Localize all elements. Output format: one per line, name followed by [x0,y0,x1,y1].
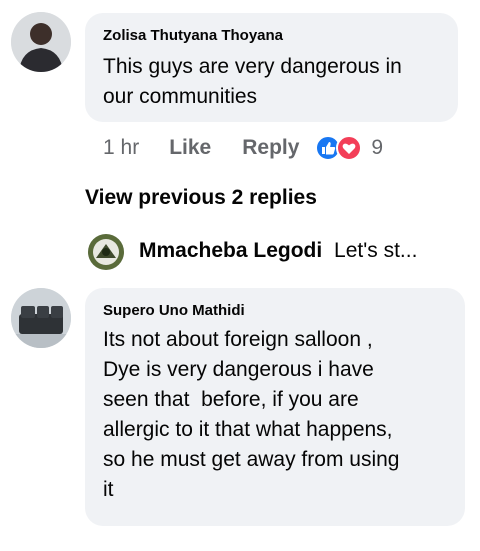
commenter-avatar[interactable] [11,288,71,348]
like-button[interactable]: Like [169,136,211,160]
reply-preview-text: Let's st... [334,239,418,262]
reply-preview-author[interactable]: Mmacheba Legodi [139,239,322,262]
reaction-icons[interactable] [315,135,363,161]
comment-timestamp[interactable]: 1 hr [103,136,139,160]
comment-text-line: allergic to it that what happens, [103,418,393,441]
comment-text-line: Its not about foreign salloon , [103,328,373,351]
comment-bubble: Supero Uno Mathidi Its not about foreign… [85,288,465,526]
comment-author[interactable]: Supero Uno Mathidi [103,302,245,319]
view-previous-replies-link[interactable]: View previous 2 replies [85,186,317,210]
comment-author[interactable]: Zolisa Thutyana Thoyana [103,27,283,44]
comment-text-line: our communities [103,85,258,108]
love-reaction-icon [336,135,363,161]
comment-bubble: Zolisa Thutyana Thoyana This guys are ve… [85,13,458,122]
reply-preview[interactable]: Mmacheba Legodi Let's st... [139,239,417,263]
reaction-count[interactable]: 9 [371,136,383,160]
comment-text-line: it [103,478,114,501]
comment-text-line: Dye is very dangerous i have [103,358,374,381]
comment-text-line: so he must get away from using [103,448,400,471]
comment-text-line: seen that before, if you are [103,388,359,411]
comment-text-line: This guys are very dangerous in [103,55,402,78]
comment-actions: 1 hr Like Reply 9 [103,135,383,161]
commenter-avatar[interactable] [11,12,71,72]
reply-preview-avatar[interactable] [88,234,124,270]
reply-button[interactable]: Reply [242,136,299,160]
